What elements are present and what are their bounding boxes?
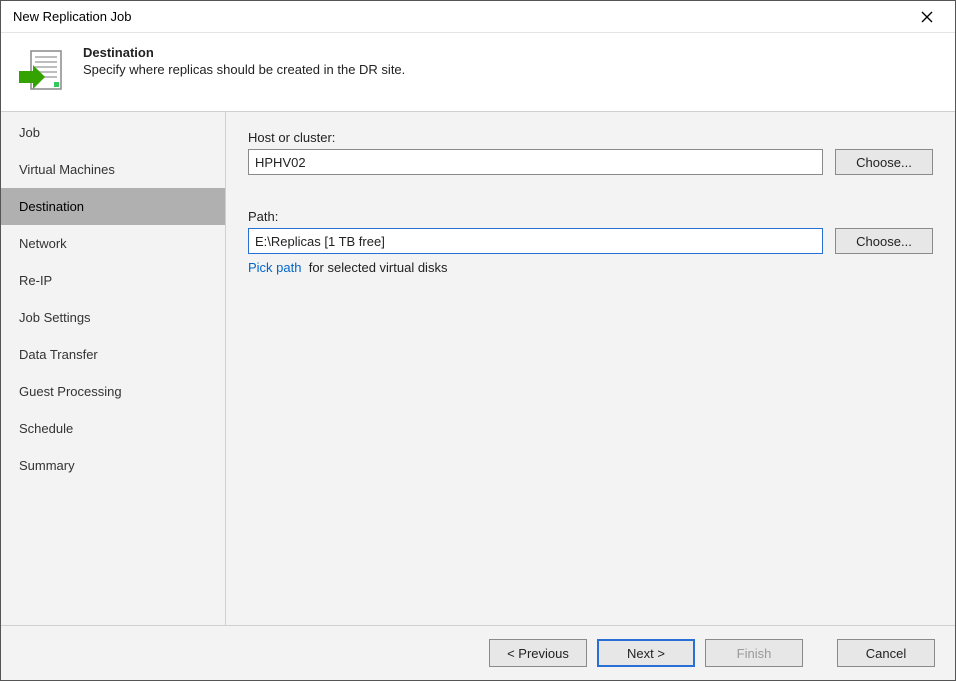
previous-button[interactable]: < Previous xyxy=(489,639,587,667)
sidebar-item-re-ip[interactable]: Re-IP xyxy=(1,262,225,299)
host-label: Host or cluster: xyxy=(248,130,933,145)
sidebar-item-label: Job Settings xyxy=(19,310,91,325)
host-input[interactable] xyxy=(248,149,823,175)
sidebar-item-label: Schedule xyxy=(19,421,73,436)
cancel-button[interactable]: Cancel xyxy=(837,639,935,667)
sidebar-item-destination[interactable]: Destination xyxy=(1,188,225,225)
button-label: Finish xyxy=(737,646,772,661)
window-title: New Replication Job xyxy=(13,9,132,24)
pick-path-link[interactable]: Pick path xyxy=(248,260,301,275)
sidebar-item-schedule[interactable]: Schedule xyxy=(1,410,225,447)
path-choose-button[interactable]: Choose... xyxy=(835,228,933,254)
sidebar-item-summary[interactable]: Summary xyxy=(1,447,225,484)
next-button[interactable]: Next > xyxy=(597,639,695,667)
wizard-body: Job Virtual Machines Destination Network… xyxy=(1,111,955,626)
close-button[interactable] xyxy=(907,3,947,31)
sidebar-item-job[interactable]: Job xyxy=(1,114,225,151)
sidebar-item-virtual-machines[interactable]: Virtual Machines xyxy=(1,151,225,188)
sidebar-item-label: Network xyxy=(19,236,67,251)
button-label: Next > xyxy=(627,646,665,661)
titlebar: New Replication Job xyxy=(1,1,955,33)
wizard-footer: < Previous Next > Finish Cancel xyxy=(1,626,955,680)
sidebar-item-job-settings[interactable]: Job Settings xyxy=(1,299,225,336)
pick-path-row: Pick path for selected virtual disks xyxy=(248,260,933,275)
host-choose-button[interactable]: Choose... xyxy=(835,149,933,175)
sidebar-item-guest-processing[interactable]: Guest Processing xyxy=(1,373,225,410)
sidebar-item-label: Job xyxy=(19,125,40,140)
pick-path-suffix: for selected virtual disks xyxy=(309,260,448,275)
sidebar-item-data-transfer[interactable]: Data Transfer xyxy=(1,336,225,373)
finish-button: Finish xyxy=(705,639,803,667)
close-icon xyxy=(921,11,933,23)
wizard-content: Host or cluster: Choose... Path: Choose.… xyxy=(226,112,955,625)
sidebar-item-label: Guest Processing xyxy=(19,384,122,399)
wizard-sidebar: Job Virtual Machines Destination Network… xyxy=(1,112,226,625)
wizard-window: New Replication Job Destination Specify … xyxy=(0,0,956,681)
sidebar-item-label: Virtual Machines xyxy=(19,162,115,177)
destination-icon xyxy=(17,47,65,95)
sidebar-item-label: Summary xyxy=(19,458,75,473)
header-text: Destination Specify where replicas shoul… xyxy=(83,43,405,77)
sidebar-item-label: Re-IP xyxy=(19,273,52,288)
sidebar-item-network[interactable]: Network xyxy=(1,225,225,262)
button-label: Choose... xyxy=(856,234,912,249)
button-label: Cancel xyxy=(866,646,906,661)
path-label: Path: xyxy=(248,209,933,224)
wizard-header: Destination Specify where replicas shoul… xyxy=(1,33,955,111)
page-title: Destination xyxy=(83,45,405,60)
page-description: Specify where replicas should be created… xyxy=(83,62,405,77)
button-label: Choose... xyxy=(856,155,912,170)
sidebar-item-label: Destination xyxy=(19,199,84,214)
button-label: < Previous xyxy=(507,646,569,661)
path-input[interactable] xyxy=(248,228,823,254)
sidebar-item-label: Data Transfer xyxy=(19,347,98,362)
